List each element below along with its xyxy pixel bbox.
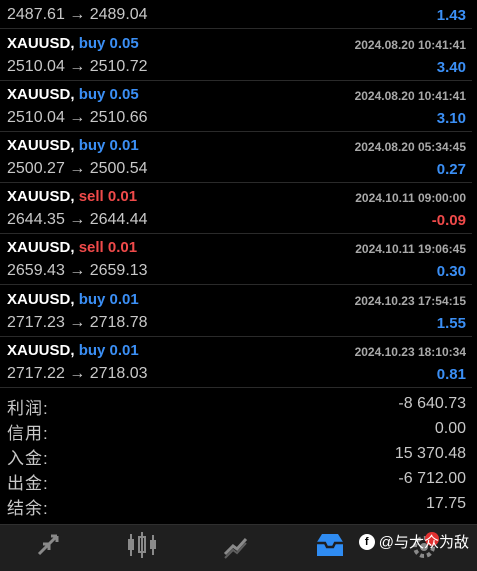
summary-row-balance: 结余: 17.75 — [0, 492, 472, 518]
summary-value: 0.00 — [434, 420, 466, 437]
trade-price: 2717.22 → 2718.03 — [7, 365, 148, 382]
trade-row[interactable]: XAUUSD, buy 0.05 2024.08.20 10:41:41 2510.… — [0, 81, 472, 132]
watermark-logo: f — [358, 533, 375, 550]
summary-label: 信用: — [7, 424, 49, 443]
trade-symbol: XAUUSD, sell 0.01 — [7, 239, 137, 256]
trade-time: 2024.08.20 10:41:41 — [354, 38, 466, 52]
trade-side: buy — [78, 35, 106, 52]
trade-symbol: XAUUSD, buy 0.01 — [7, 291, 139, 308]
trade-time: 2024.10.11 19:06:45 — [355, 242, 466, 256]
symbol-name: XAUUSD, — [7, 188, 75, 205]
trade-profit: 1.43 — [436, 7, 466, 24]
summary-value: 15 370.48 — [394, 445, 466, 462]
trade-lot: 0.01 — [107, 188, 138, 205]
trade-price: 2510.04 → 2510.72 — [7, 58, 148, 75]
trade-symbol: XAUUSD, buy 0.01 — [7, 137, 139, 154]
trade-row[interactable]: XAUUSD, buy 0.05 2024.08.20 10:41:41 2510.… — [0, 30, 472, 81]
bottom-nav-bar: f @与大众为敌 — [0, 524, 477, 571]
trade-price: 2487.61 → 2489.04 — [7, 6, 148, 23]
trade-side: buy — [78, 291, 106, 308]
trade-lot: 0.01 — [107, 239, 138, 256]
trade-profit: 0.30 — [436, 263, 466, 280]
trade-price: 2644.35 → 2644.44 — [7, 211, 148, 228]
symbol-name: XAUUSD, — [7, 137, 75, 154]
summary-row-withdrawal: 出金: -6 712.00 — [0, 467, 472, 493]
trade-lot: 0.01 — [109, 342, 139, 359]
trade-symbol: XAUUSD, buy 0.01 — [7, 342, 139, 359]
trade-time: 2024.10.23 18:10:34 — [354, 345, 466, 359]
trade-row[interactable]: XAUUSD, buy 0.01 2024.08.20 05:34:45 2500.… — [0, 132, 472, 183]
summary-value: -8 640.73 — [398, 395, 466, 412]
trade-row[interactable]: XAUUSD, buy 0.01 2024.10.23 18:10:34 2717.… — [0, 337, 472, 388]
symbol-name: XAUUSD, — [7, 342, 75, 359]
trade-profit: 0.81 — [436, 366, 466, 383]
trade-profit: 0.27 — [436, 161, 466, 178]
symbol-name: XAUUSD, — [7, 239, 75, 256]
trade-lot: 0.05 — [109, 86, 139, 103]
trade-row[interactable]: XAUUSD, buy 0.01 2024.10.23 17:54:15 2717.… — [0, 286, 472, 337]
tab-trade[interactable] — [206, 525, 266, 565]
symbol-name: XAUUSD, — [7, 86, 75, 103]
trade-profit: 1.55 — [436, 315, 466, 332]
summary-value: 17.75 — [425, 495, 466, 512]
trade-price: 2510.04 → 2510.66 — [7, 109, 148, 126]
summary-row-deposit: 入金: 15 370.48 — [0, 442, 472, 468]
summary-label: 出金: — [7, 474, 49, 493]
trade-time: 2024.08.20 05:34:45 — [354, 140, 466, 154]
trade-row[interactable]: 2487.61 → 2489.04 1.43 — [0, 0, 472, 29]
trade-time: 2024.08.20 10:41:41 — [354, 89, 466, 103]
trade-time: 2024.10.23 17:54:15 — [354, 294, 466, 308]
tab-history[interactable] — [300, 525, 360, 565]
trade-time: 2024.10.11 09:00:00 — [355, 191, 466, 205]
trade-profit: -0.09 — [431, 212, 466, 229]
trade-symbol: XAUUSD, sell 0.01 — [7, 188, 137, 205]
tab-chart[interactable] — [112, 525, 172, 565]
summary-label: 利润: — [7, 399, 49, 418]
account-summary: 利润: -8 640.73 信用: 0.00 入金: 15 370.48 出金:… — [0, 392, 472, 518]
trade-symbol: XAUUSD, buy 0.05 — [7, 35, 139, 52]
tab-quotes[interactable] — [18, 525, 78, 565]
trade-symbol: XAUUSD, buy 0.05 — [7, 86, 139, 103]
symbol-name: XAUUSD, — [7, 291, 75, 308]
summary-value: -6 712.00 — [398, 470, 466, 487]
summary-label: 入金: — [7, 449, 49, 468]
summary-label: 结余: — [7, 499, 49, 518]
trade-side: buy — [78, 86, 106, 103]
watermark-text: @与大众为敌 — [378, 534, 469, 551]
trade-lot: 0.01 — [109, 137, 139, 154]
trade-row[interactable]: XAUUSD, sell 0.01 2024.10.11 09:00:00 2644… — [0, 183, 472, 234]
watermark: f @与大众为敌 — [358, 531, 469, 552]
summary-row-profit: 利润: -8 640.73 — [0, 392, 472, 418]
trade-side: buy — [78, 342, 106, 359]
trade-lot: 0.01 — [109, 291, 139, 308]
trade-profit: 3.40 — [436, 59, 466, 76]
trade-side: sell — [78, 188, 104, 205]
summary-row-credit: 信用: 0.00 — [0, 417, 472, 443]
trade-side: sell — [78, 239, 104, 256]
trade-price: 2659.43 → 2659.13 — [7, 262, 148, 279]
trade-lot: 0.05 — [109, 35, 139, 52]
arrows-icon — [37, 534, 59, 556]
trade-side: buy — [78, 137, 106, 154]
trend-icon — [223, 537, 248, 559]
candlestick-icon — [128, 532, 156, 558]
trade-row[interactable]: XAUUSD, sell 0.01 2024.10.11 19:06:45 2659… — [0, 234, 472, 285]
trade-price: 2500.27 → 2500.54 — [7, 160, 148, 177]
symbol-name: XAUUSD, — [7, 35, 75, 52]
trade-profit: 3.10 — [436, 110, 466, 127]
inbox-icon — [317, 534, 343, 556]
trade-price: 2717.23 → 2718.78 — [7, 314, 148, 331]
